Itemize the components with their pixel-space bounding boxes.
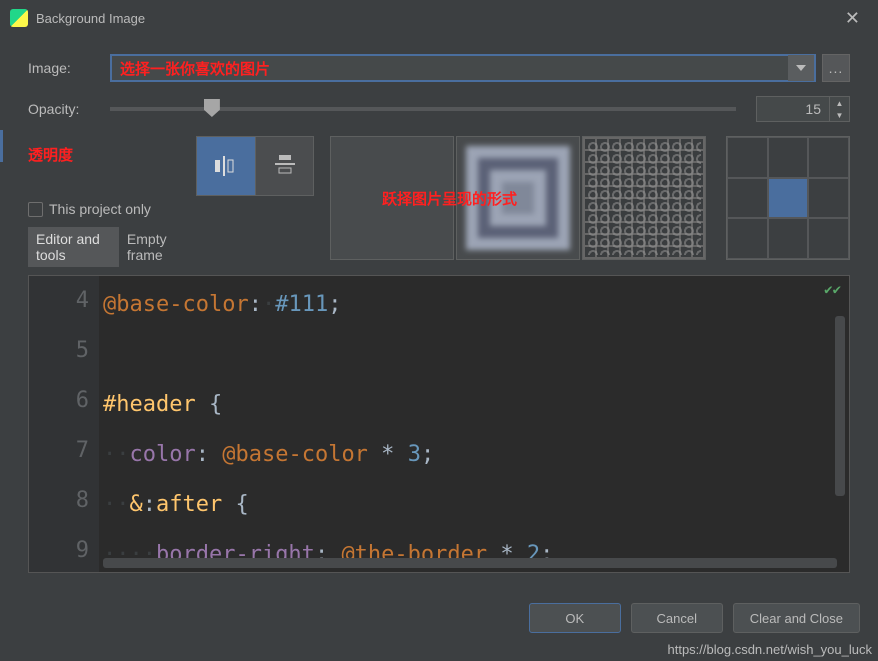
spinner-down-icon[interactable]: ▼ <box>830 109 849 121</box>
cancel-button[interactable]: Cancel <box>631 603 723 633</box>
project-only-label: This project only <box>49 201 151 217</box>
tab-editor-tools[interactable]: Editor and tools <box>28 227 119 267</box>
fill-hint-annotation: 跃择图片呈现的形式 <box>382 188 517 209</box>
pos-tc[interactable] <box>768 137 809 178</box>
watermark: https://blog.csdn.net/wish_you_luck <box>667 642 872 657</box>
image-hint-annotation: 选择一张你喜欢的图片 <box>112 58 788 79</box>
opacity-slider[interactable] <box>110 107 736 111</box>
project-only-checkbox[interactable]: This project only <box>28 201 196 217</box>
horizontal-scrollbar[interactable] <box>103 558 837 568</box>
vertical-scrollbar[interactable] <box>835 316 845 496</box>
opacity-row: Opacity: 15 ▲ ▼ <box>28 96 850 122</box>
titlebar: Background Image ✕ <box>0 0 878 36</box>
position-grid[interactable] <box>726 136 850 260</box>
pos-mr[interactable] <box>808 178 849 219</box>
tab-empty-frame[interactable]: Empty frame <box>119 227 196 267</box>
spinner-up-icon[interactable]: ▲ <box>830 97 849 109</box>
flip-vertical-button[interactable] <box>255 137 313 195</box>
opacity-value[interactable]: 15 <box>757 97 829 121</box>
image-label: Image: <box>28 60 110 76</box>
clear-close-button[interactable]: Clear and Close <box>733 603 860 633</box>
pos-ml[interactable] <box>727 178 768 219</box>
flip-group <box>196 136 314 196</box>
window-title: Background Image <box>36 11 837 26</box>
opacity-spinner[interactable]: 15 ▲ ▼ <box>756 96 850 122</box>
ok-button[interactable]: OK <box>529 603 621 633</box>
image-path-combo[interactable]: 选择一张你喜欢的图片 <box>110 54 816 82</box>
dialog-buttons: OK Cancel Clear and Close <box>0 583 878 645</box>
slider-thumb[interactable] <box>204 99 220 117</box>
pos-bl[interactable] <box>727 218 768 259</box>
pos-bc[interactable] <box>768 218 809 259</box>
code-lines: @base-color:·#111; #header { ··color: @b… <box>103 276 849 573</box>
pos-tr[interactable] <box>808 137 849 178</box>
opacity-label: Opacity: <box>28 101 110 117</box>
fill-mode-group: 跃择图片呈现的形式 <box>330 136 850 260</box>
app-icon <box>10 9 28 27</box>
gutter: 4 5 6 7 8 9 <box>29 276 99 572</box>
inspection-ok-icon[interactable]: ✔✔ <box>824 282 841 298</box>
pos-mc[interactable] <box>768 178 809 219</box>
pos-br[interactable] <box>808 218 849 259</box>
fill-tile-button[interactable] <box>582 136 706 260</box>
image-row: Image: 选择一张你喜欢的图片 ... <box>28 54 850 82</box>
flip-horizontal-button[interactable] <box>197 137 255 195</box>
chevron-down-icon[interactable] <box>788 55 814 81</box>
pos-tl[interactable] <box>727 137 768 178</box>
close-icon[interactable]: ✕ <box>837 4 868 33</box>
browse-button[interactable]: ... <box>822 54 850 82</box>
opacity-hint-annotation: 透明度 <box>28 144 196 165</box>
checkbox-icon[interactable] <box>28 202 43 217</box>
code-preview: ✔✔ 4 5 6 7 8 9 @base-color:·#111; #heade… <box>28 275 850 573</box>
